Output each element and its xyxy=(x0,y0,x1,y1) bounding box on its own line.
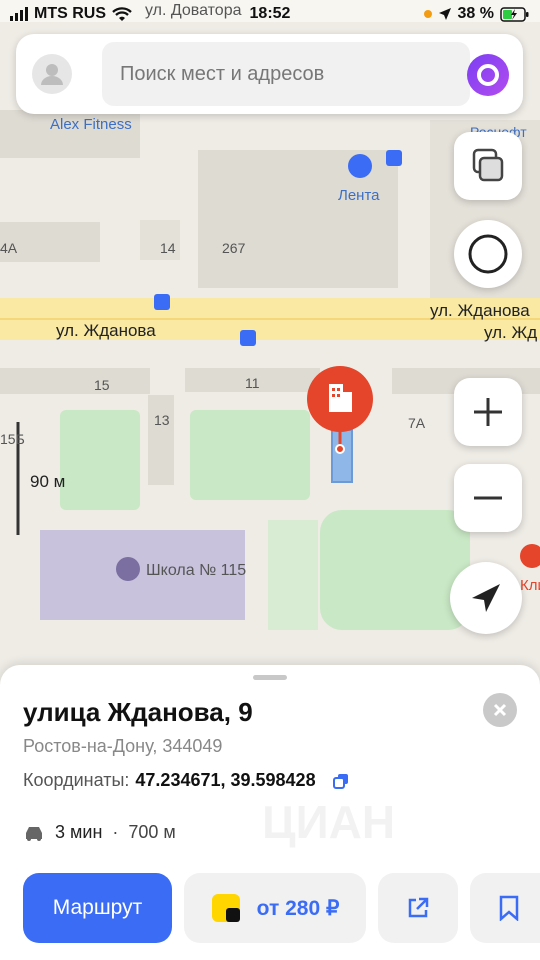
school-icon xyxy=(116,557,140,581)
camera-button[interactable] xyxy=(454,220,522,288)
bus-stop-icon xyxy=(240,330,256,346)
navigate-button[interactable] xyxy=(450,562,522,634)
label-fitness: Alex Fitness xyxy=(50,116,132,133)
place-card: улица Жданова, 9 Ростов-на-Дону, 344049 … xyxy=(0,665,540,960)
label-14: 14 xyxy=(160,240,176,256)
route-label: Маршрут xyxy=(52,896,143,919)
building-15 xyxy=(0,368,150,394)
label-15: 15 xyxy=(94,377,110,393)
route-button[interactable]: Маршрут xyxy=(23,873,172,943)
drag-handle[interactable] xyxy=(253,675,287,680)
label-school: Школа № 115 xyxy=(146,562,246,579)
label-zhdanova-left: ул. Жданова xyxy=(56,321,156,340)
park-left xyxy=(60,410,140,510)
status-bar: MTS RUS 18:52 38 % xyxy=(0,0,540,30)
travel-separator: · xyxy=(112,822,119,842)
search-placeholder: Поиск мест и адресов xyxy=(120,62,325,85)
share-button[interactable] xyxy=(378,873,458,943)
zoom-out-button[interactable] xyxy=(454,464,522,532)
label-267: 267 xyxy=(222,240,246,256)
avatar-icon[interactable] xyxy=(32,54,72,94)
copy-icon[interactable] xyxy=(332,772,350,790)
status-right: 38 % xyxy=(423,5,530,23)
cian-watermark: ЦИАН xyxy=(262,796,396,848)
navigate-icon xyxy=(472,584,500,612)
battery-percent: 38 % xyxy=(457,5,494,22)
travel-info: 3 мин · 700 м xyxy=(23,822,176,843)
battery-icon xyxy=(500,6,529,22)
park-stadium xyxy=(320,510,470,630)
label-zhdanova-right-1: ул. Жданова xyxy=(430,301,530,320)
car-icon xyxy=(26,826,42,841)
label-13: 13 xyxy=(154,412,170,428)
coordinates-value[interactable]: 47.234671, 39.598428 xyxy=(135,770,315,791)
zoom-out-icon xyxy=(474,496,502,500)
taxi-price: от 280 ₽ xyxy=(256,896,340,920)
label-clinic: Клин xyxy=(520,577,540,594)
layers-button[interactable] xyxy=(454,132,522,200)
orange-dot-icon xyxy=(423,10,432,18)
camera-icon xyxy=(468,234,508,274)
search-bar: Поиск мест и адресов xyxy=(16,34,523,114)
search-input[interactable]: Поиск мест и адресов xyxy=(102,42,470,106)
bookmark-button[interactable] xyxy=(470,873,540,943)
label-4a: 4A xyxy=(0,240,18,256)
park-strip xyxy=(268,520,318,630)
travel-distance: 700 м xyxy=(128,822,176,842)
location-pin[interactable] xyxy=(307,366,373,432)
label-7a: 7A xyxy=(408,415,426,431)
coordinates-row: Координаты: 47.234671, 39.598428 xyxy=(23,770,350,791)
place-title: улица Жданова, 9 xyxy=(23,697,253,727)
travel-time: 3 мин xyxy=(55,822,103,842)
layers-icon xyxy=(472,148,504,182)
close-button[interactable] xyxy=(483,693,517,727)
building-icon xyxy=(329,384,352,412)
coordinates-label: Координаты: xyxy=(23,770,130,790)
alice-icon[interactable] xyxy=(467,54,509,96)
taxi-icon xyxy=(211,894,240,922)
taxi-button[interactable]: от 280 ₽ xyxy=(184,873,366,943)
building-13 xyxy=(148,395,174,485)
location-arrow-icon xyxy=(438,8,451,20)
zoom-in-button[interactable] xyxy=(454,378,522,446)
share-icon xyxy=(408,897,429,918)
close-icon xyxy=(493,703,507,717)
bus-stop-icon xyxy=(154,294,170,310)
bookmark-icon xyxy=(499,895,519,921)
cart-icon xyxy=(348,154,372,178)
label-15b: 15Б xyxy=(0,431,25,447)
label-zhdanova-right-2: ул. Жд xyxy=(484,323,537,342)
label-11: 11 xyxy=(245,375,260,391)
park-center xyxy=(190,410,310,500)
bus-stop-icon xyxy=(386,150,402,166)
pin-stem-icon xyxy=(335,428,345,454)
label-lenta: Лента xyxy=(338,187,380,204)
place-address: Ростов-на-Дону, 344049 xyxy=(23,736,223,756)
zoom-in-icon xyxy=(474,398,502,426)
label-scale: 90 м xyxy=(30,472,65,491)
